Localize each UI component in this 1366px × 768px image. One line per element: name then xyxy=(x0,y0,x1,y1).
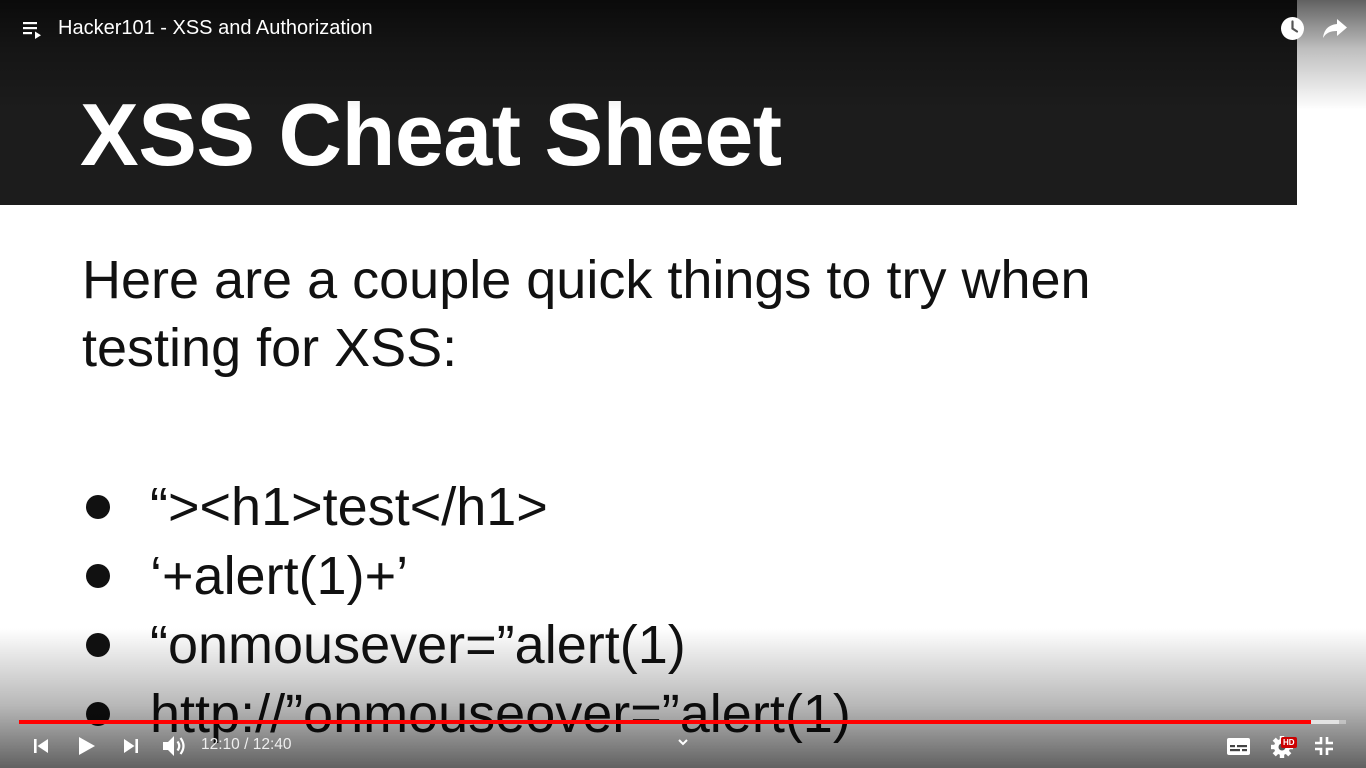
time-current: 12:10 xyxy=(201,736,240,753)
time-display: 12:10 / 12:40 xyxy=(201,736,292,754)
play-button[interactable] xyxy=(74,734,98,758)
previous-button[interactable] xyxy=(30,735,52,757)
playlist-icon[interactable] xyxy=(22,18,44,40)
time-separator: / xyxy=(239,736,253,753)
volume-icon xyxy=(160,736,188,763)
skip-previous-icon xyxy=(30,739,52,761)
bullet-dot xyxy=(86,632,110,657)
bullet-item: http://”onmouseover=”alert(1) xyxy=(82,679,851,748)
chevron-down-icon[interactable] xyxy=(674,733,692,751)
video-title[interactable]: Hacker101 - XSS and Authorization xyxy=(58,17,373,40)
bullet-text: “><h1>test</h1> xyxy=(150,476,548,537)
progress-played xyxy=(19,720,1311,724)
gear-icon xyxy=(1270,736,1300,763)
volume-button[interactable] xyxy=(160,733,188,759)
exit-fullscreen-button[interactable] xyxy=(1313,735,1335,757)
subtitles-button[interactable] xyxy=(1226,737,1251,756)
bullet-item: ‘+alert(1)+’ xyxy=(82,541,851,610)
next-button[interactable] xyxy=(120,735,142,757)
bullet-text: ‘+alert(1)+’ xyxy=(150,545,409,606)
skip-next-icon xyxy=(120,739,142,761)
video-player[interactable]: XSS Cheat Sheet Here are a couple quick … xyxy=(0,0,1366,768)
share-arrow-icon[interactable] xyxy=(1322,16,1349,41)
slide-intro-text: Here are a couple quick things to try wh… xyxy=(82,250,1091,378)
bullet-item: “onmousever=”alert(1) xyxy=(82,610,851,679)
slide-bullet-list: “><h1>test</h1> ‘+alert(1)+’ “onmousever… xyxy=(82,472,851,748)
play-icon xyxy=(74,737,98,762)
clock-icon[interactable] xyxy=(1280,16,1305,41)
exit-fullscreen-icon xyxy=(1313,737,1335,761)
bullet-dot xyxy=(86,563,110,588)
bullet-dot xyxy=(86,494,110,519)
bullet-text: “onmousever=”alert(1) xyxy=(150,614,686,675)
time-total: 12:40 xyxy=(252,736,292,753)
subtitles-icon xyxy=(1226,738,1251,760)
slide-title: XSS Cheat Sheet xyxy=(80,85,782,184)
progress-bar[interactable] xyxy=(19,720,1346,724)
hd-badge: HD xyxy=(1281,737,1297,748)
bullet-item: “><h1>test</h1> xyxy=(82,472,851,541)
